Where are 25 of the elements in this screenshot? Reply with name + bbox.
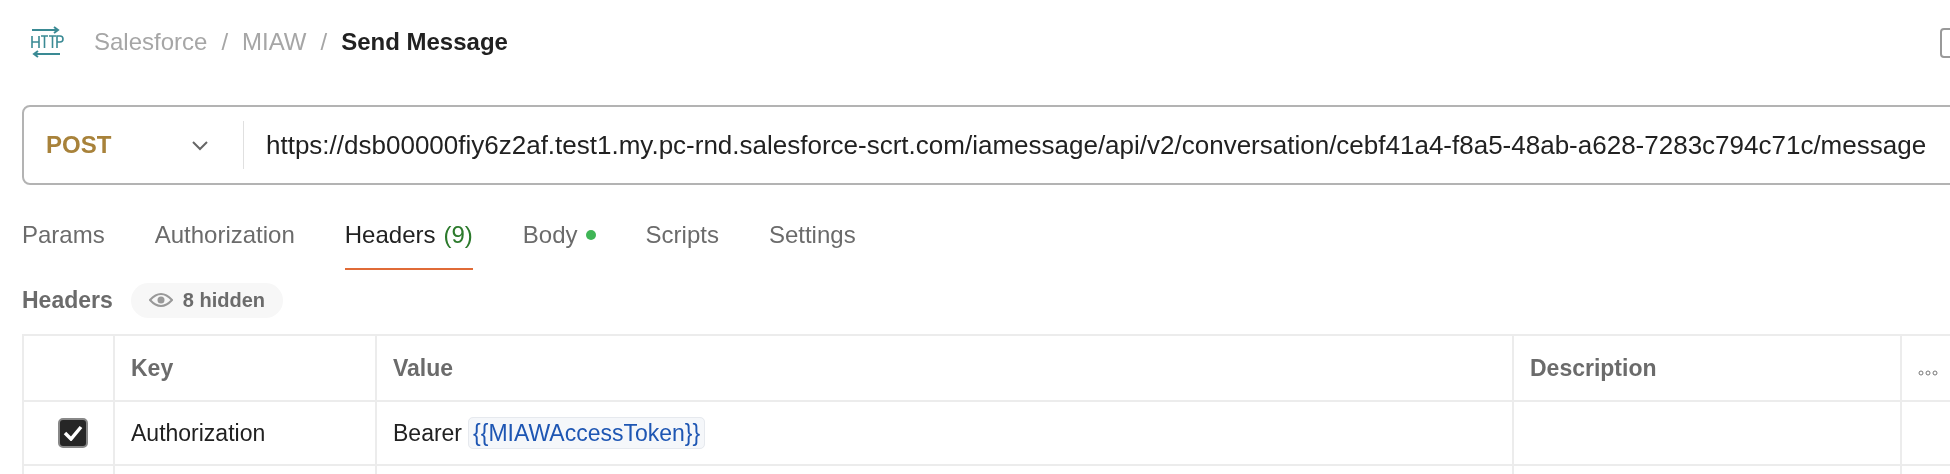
tab[interactable]: Body xyxy=(522,205,596,270)
request-title: Send Message xyxy=(341,28,508,56)
eye-icon[interactable] xyxy=(148,292,173,308)
column-header: Key xyxy=(114,335,376,401)
variable-tag: {{MIAWAccessToken}} xyxy=(468,416,706,449)
tab[interactable]: Scripts xyxy=(645,205,719,270)
tab[interactable]: Settings xyxy=(768,205,856,270)
caret-icon[interactable] xyxy=(191,139,209,151)
tab[interactable]: Params xyxy=(22,205,105,270)
hidden-headers-toggle[interactable]: 8 hidden xyxy=(130,282,283,318)
checkmark-icon[interactable] xyxy=(63,425,83,441)
checkbox[interactable] xyxy=(58,418,88,448)
section-title: Headers xyxy=(22,286,113,314)
more-icon[interactable] xyxy=(1918,369,1938,376)
http-icon xyxy=(28,26,64,58)
method-dropdown[interactable]: POST xyxy=(24,121,244,169)
table-cell: Authorization xyxy=(131,419,266,446)
url-field[interactable]: https://dsb00000fiy6z2af.test1.my.pc-rnd.salesforce-scrt.com/iamessage/api/v2/conversation/cebf41a4-f8a5-48ab-a628-7283c794c71c/message xyxy=(244,129,1927,161)
breadcrumb-separator: / xyxy=(320,28,328,56)
tab[interactable]: Headers (9) xyxy=(344,205,473,270)
column-header: Value xyxy=(376,335,1513,401)
tab[interactable]: Authorization xyxy=(154,205,295,270)
breadcrumb-separator: / xyxy=(221,28,229,56)
column-header: Description xyxy=(1513,335,1901,401)
table-cell: Bearer xyxy=(393,419,463,446)
